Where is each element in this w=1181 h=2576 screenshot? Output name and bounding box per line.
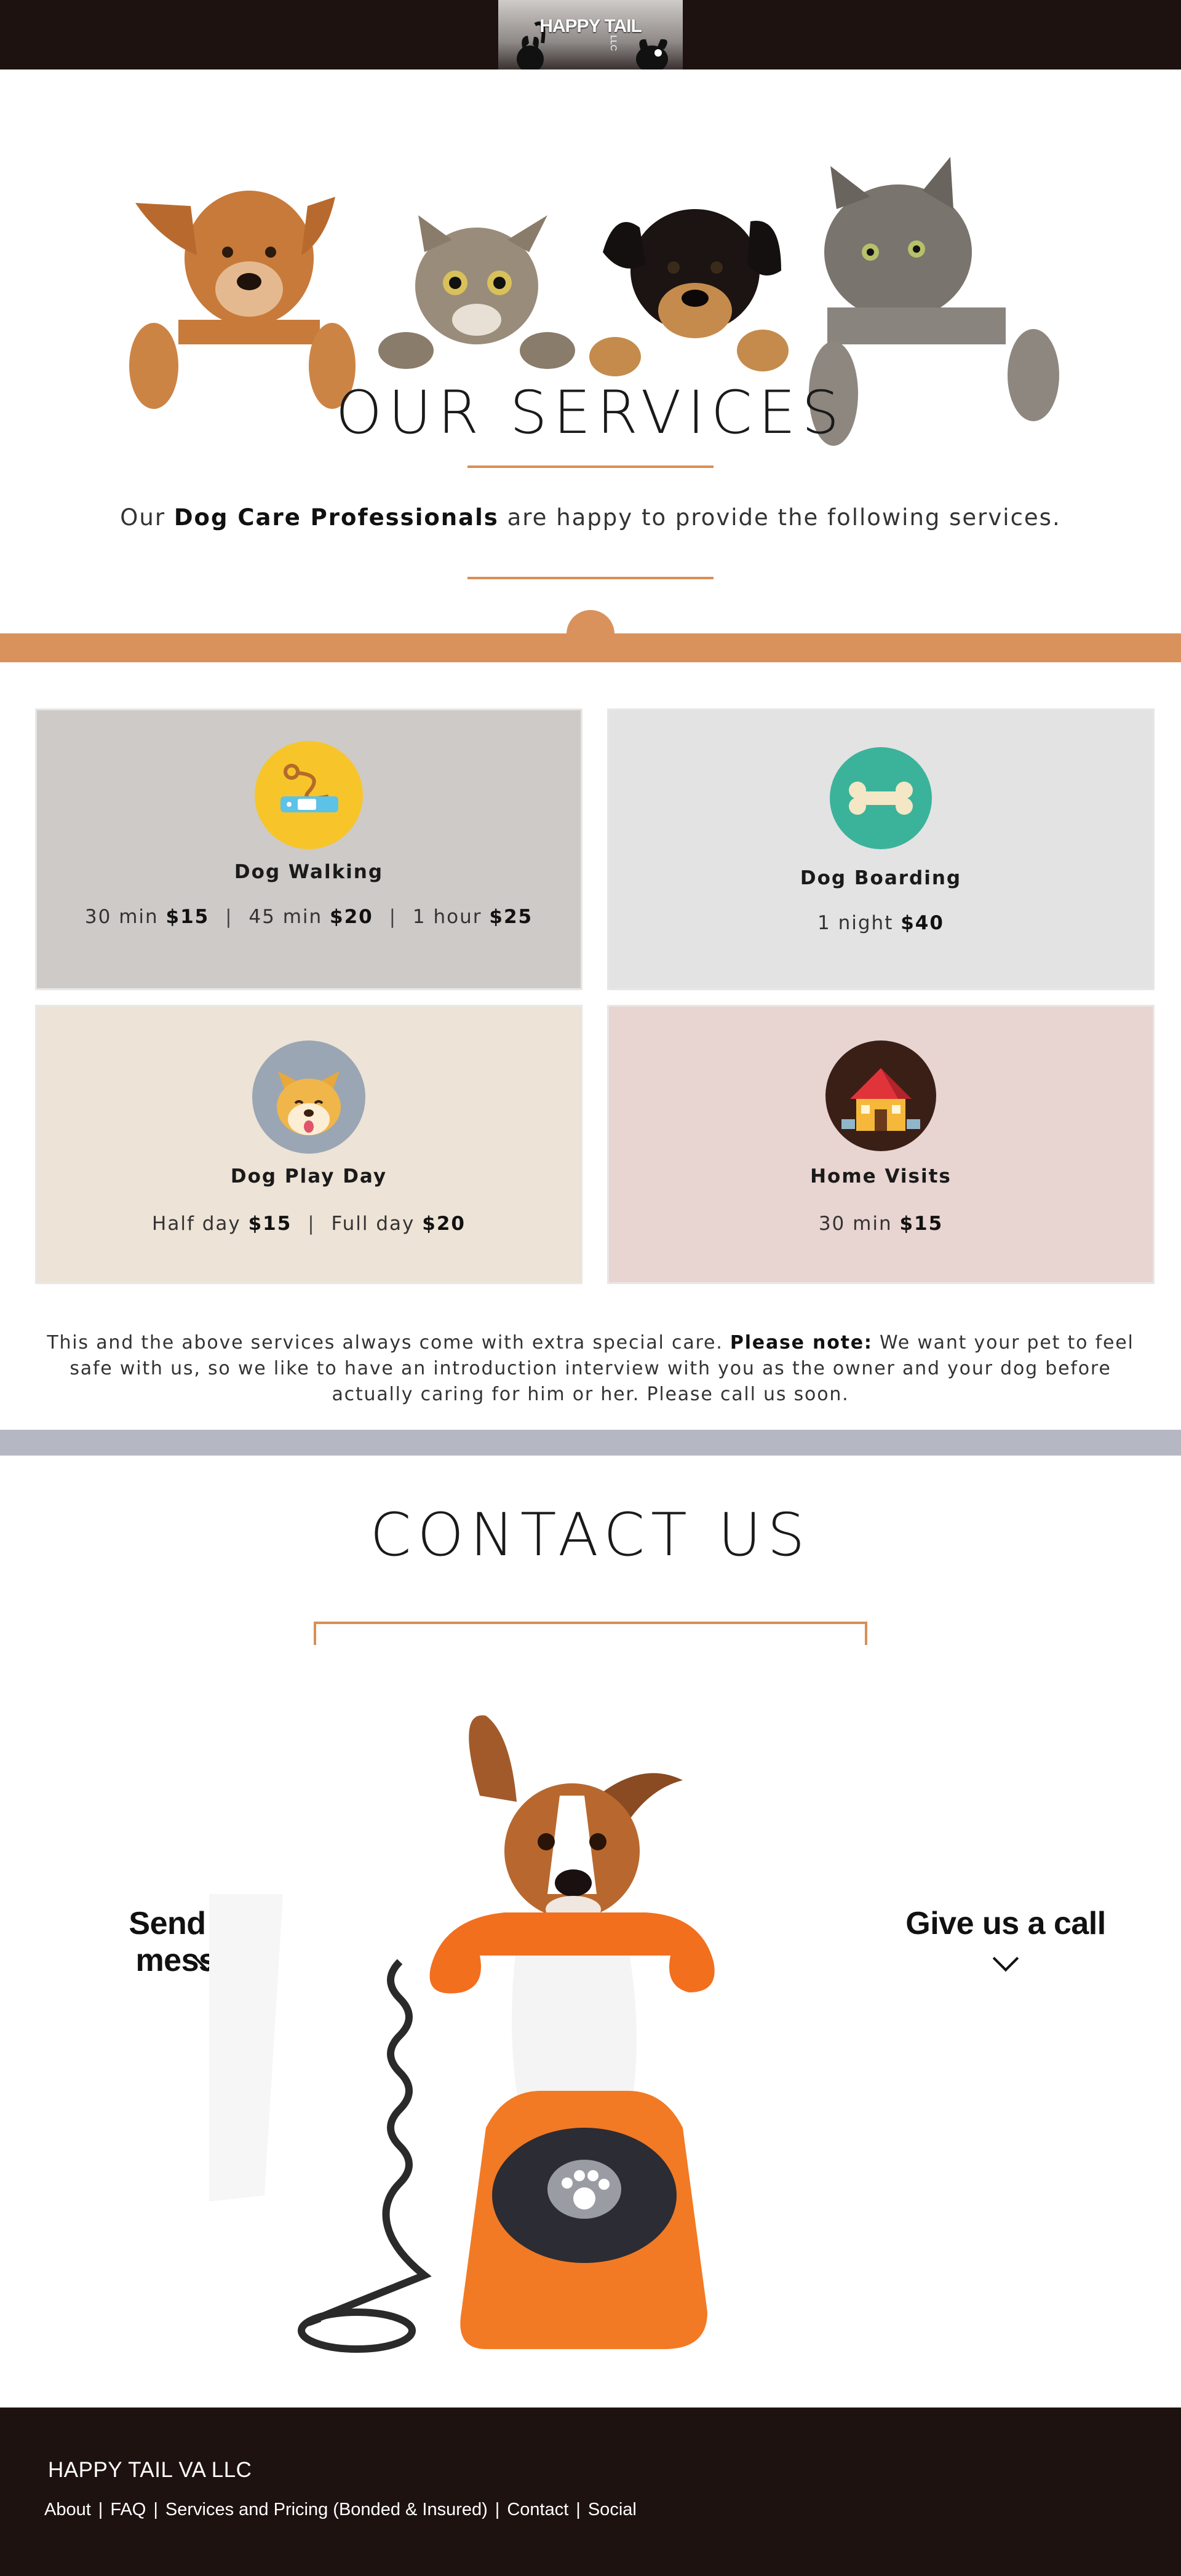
give-call-link[interactable]: Give us a call — [861, 1905, 1150, 1942]
footer: HAPPY TAIL VA LLC About | FAQ | Services… — [0, 2408, 1181, 2576]
logo-text: HAPPY TAIL — [539, 16, 642, 36]
footer-brand: HAPPY TAIL VA LLC — [48, 2458, 252, 2482]
bone-icon — [830, 747, 932, 849]
card-price-line: 30 min $15 — [609, 1213, 1153, 1235]
price-value: $15 — [899, 1213, 944, 1235]
footer-link-social[interactable]: Social — [588, 2500, 637, 2520]
footer-link-faq[interactable]: FAQ — [110, 2500, 146, 2520]
services-intro: Our Dog Care Professionals are happy to … — [0, 504, 1181, 531]
card-title: Home Visits — [810, 1165, 952, 1187]
leash-icon — [255, 741, 363, 849]
card-title: Dog Play Day — [230, 1165, 388, 1187]
price-label: 1 hour — [412, 906, 482, 928]
footer-separator: | — [98, 2500, 103, 2519]
footer-separator: | — [576, 2500, 581, 2519]
price-value: $20 — [330, 906, 373, 928]
service-card-dog-play-day[interactable]: Dog Play Day Half day $15 | Full day $20 — [37, 1007, 581, 1282]
contact-title-bracket — [314, 1622, 867, 1645]
price-value: $15 — [165, 906, 210, 928]
card-price-line: 1 night $40 — [609, 912, 1153, 934]
contact-title: CONTACT US — [370, 1500, 811, 1569]
card-price-line: 30 min $15 | 45 min $20 | 1 hour $25 — [37, 906, 581, 928]
service-card-home-visits[interactable]: Home Visits 30 min $15 — [609, 1007, 1153, 1282]
card-title: Dog Boarding — [800, 867, 962, 889]
footer-separator: | — [153, 2500, 158, 2519]
intro-bold: Dog Care Professionals — [173, 504, 499, 531]
price-label: 1 night — [817, 912, 894, 934]
price-label: Full day — [331, 1213, 415, 1235]
price-value: $25 — [489, 906, 533, 928]
tabby-cat-image — [378, 215, 575, 369]
price-label: Half day — [152, 1213, 241, 1235]
price-label: 45 min — [249, 906, 323, 928]
price-value: $40 — [901, 912, 944, 934]
intro-underline — [467, 577, 714, 579]
intro-prefix: Our — [120, 504, 166, 531]
give-call-label: Give us a call — [905, 1906, 1106, 1941]
special-care-note: This and the above services always come … — [31, 1330, 1150, 1408]
title-underline — [467, 466, 714, 468]
price-label: 30 min — [818, 1213, 893, 1235]
price-value: $20 — [422, 1213, 466, 1235]
service-card-dog-walking[interactable]: Dog Walking 30 min $15 | 45 min $20 | 1 … — [37, 710, 581, 988]
note-text-before: This and the above services always come … — [47, 1332, 723, 1353]
intro-suffix: are happy to provide the following servi… — [507, 504, 1061, 531]
price-label: 30 min — [84, 906, 159, 928]
give-call-chevron-down-icon[interactable] — [992, 1945, 1019, 1972]
house-icon — [825, 1040, 936, 1151]
dog-face-icon — [252, 1040, 365, 1154]
logo-llc-text: LLC — [608, 35, 619, 51]
footer-nav: About | FAQ | Services and Pricing (Bond… — [44, 2500, 637, 2520]
card-title: Dog Walking — [234, 861, 384, 883]
divider-dot — [567, 610, 614, 658]
footer-link-about[interactable]: About — [44, 2500, 91, 2520]
footer-separator: | — [495, 2500, 500, 2519]
gray-divider-band — [0, 1430, 1181, 1456]
header-bar: HAPPY TAIL LLC — [0, 0, 1181, 69]
note-bold: Please note: — [730, 1332, 873, 1353]
footer-link-contact[interactable]: Contact — [507, 2500, 568, 2520]
brown-dog-image — [129, 191, 356, 409]
black-tan-puppy-image — [589, 209, 789, 376]
happy-tail-logo[interactable]: HAPPY TAIL LLC — [498, 0, 683, 69]
dog-with-phone-image — [197, 1697, 812, 2374]
services-title: OUR SERVICES — [335, 378, 846, 447]
price-separator: | — [308, 1213, 316, 1235]
price-separator: | — [389, 906, 397, 928]
footer-link-services-pricing[interactable]: Services and Pricing (Bonded & Insured) — [165, 2500, 488, 2520]
card-price-line: Half day $15 | Full day $20 — [37, 1213, 581, 1235]
price-value: $15 — [248, 1213, 292, 1235]
price-separator: | — [225, 906, 233, 928]
service-card-dog-boarding[interactable]: Dog Boarding 1 night $40 — [609, 710, 1153, 988]
